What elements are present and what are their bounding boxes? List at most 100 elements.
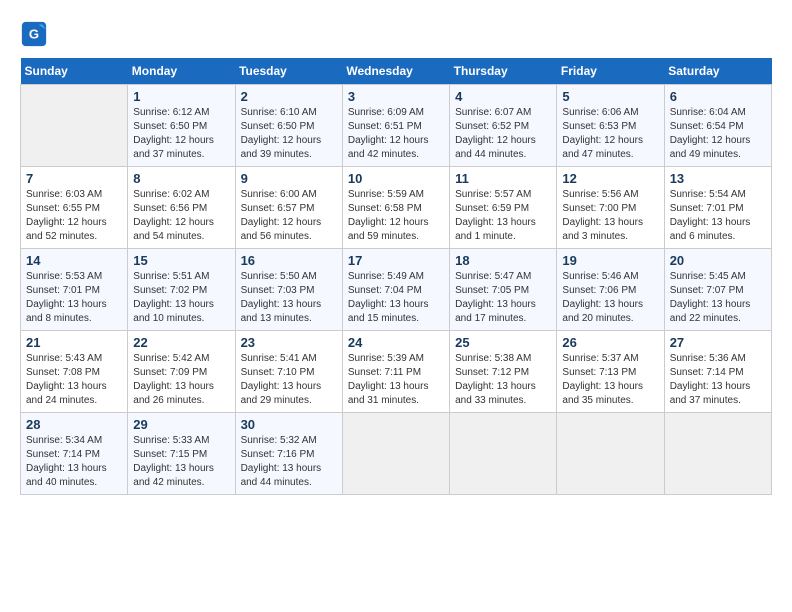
calendar-cell: 3 Sunrise: 6:09 AM Sunset: 6:51 PM Dayli… <box>342 85 449 167</box>
day-info: Sunrise: 5:57 AM Sunset: 6:59 PM Dayligh… <box>455 188 551 244</box>
day-info: Sunrise: 6:12 AM Sunset: 6:50 PM Dayligh… <box>133 106 229 162</box>
calendar-cell: 17 Sunrise: 5:49 AM Sunset: 7:04 PM Dayl… <box>342 249 449 331</box>
calendar-cell <box>342 413 449 495</box>
day-number: 21 <box>26 335 122 350</box>
day-number: 12 <box>562 171 658 186</box>
calendar-cell <box>450 413 557 495</box>
calendar-cell: 5 Sunrise: 6:06 AM Sunset: 6:53 PM Dayli… <box>557 85 664 167</box>
day-number: 8 <box>133 171 229 186</box>
calendar-cell: 8 Sunrise: 6:02 AM Sunset: 6:56 PM Dayli… <box>128 167 235 249</box>
day-number: 1 <box>133 89 229 104</box>
day-number: 23 <box>241 335 337 350</box>
logo-icon: G <box>20 20 48 48</box>
day-info: Sunrise: 5:50 AM Sunset: 7:03 PM Dayligh… <box>241 270 337 326</box>
calendar-cell: 13 Sunrise: 5:54 AM Sunset: 7:01 PM Dayl… <box>664 167 771 249</box>
calendar-cell: 10 Sunrise: 5:59 AM Sunset: 6:58 PM Dayl… <box>342 167 449 249</box>
day-info: Sunrise: 5:53 AM Sunset: 7:01 PM Dayligh… <box>26 270 122 326</box>
day-number: 25 <box>455 335 551 350</box>
calendar-table: SundayMondayTuesdayWednesdayThursdayFrid… <box>20 58 772 495</box>
day-number: 27 <box>670 335 766 350</box>
week-row-3: 14 Sunrise: 5:53 AM Sunset: 7:01 PM Dayl… <box>21 249 772 331</box>
day-info: Sunrise: 5:45 AM Sunset: 7:07 PM Dayligh… <box>670 270 766 326</box>
calendar-cell: 21 Sunrise: 5:43 AM Sunset: 7:08 PM Dayl… <box>21 331 128 413</box>
day-info: Sunrise: 5:54 AM Sunset: 7:01 PM Dayligh… <box>670 188 766 244</box>
day-number: 4 <box>455 89 551 104</box>
day-number: 11 <box>455 171 551 186</box>
day-info: Sunrise: 5:37 AM Sunset: 7:13 PM Dayligh… <box>562 352 658 408</box>
calendar-cell: 20 Sunrise: 5:45 AM Sunset: 7:07 PM Dayl… <box>664 249 771 331</box>
day-number: 24 <box>348 335 444 350</box>
day-info: Sunrise: 5:34 AM Sunset: 7:14 PM Dayligh… <box>26 434 122 490</box>
day-number: 28 <box>26 417 122 432</box>
calendar-cell: 15 Sunrise: 5:51 AM Sunset: 7:02 PM Dayl… <box>128 249 235 331</box>
day-number: 3 <box>348 89 444 104</box>
day-info: Sunrise: 5:56 AM Sunset: 7:00 PM Dayligh… <box>562 188 658 244</box>
calendar-cell: 4 Sunrise: 6:07 AM Sunset: 6:52 PM Dayli… <box>450 85 557 167</box>
day-info: Sunrise: 6:09 AM Sunset: 6:51 PM Dayligh… <box>348 106 444 162</box>
day-number: 17 <box>348 253 444 268</box>
day-number: 6 <box>670 89 766 104</box>
weekday-header-saturday: Saturday <box>664 58 771 85</box>
calendar-cell: 22 Sunrise: 5:42 AM Sunset: 7:09 PM Dayl… <box>128 331 235 413</box>
calendar-cell: 30 Sunrise: 5:32 AM Sunset: 7:16 PM Dayl… <box>235 413 342 495</box>
day-number: 16 <box>241 253 337 268</box>
day-number: 26 <box>562 335 658 350</box>
day-info: Sunrise: 5:59 AM Sunset: 6:58 PM Dayligh… <box>348 188 444 244</box>
day-info: Sunrise: 5:38 AM Sunset: 7:12 PM Dayligh… <box>455 352 551 408</box>
calendar-cell: 29 Sunrise: 5:33 AM Sunset: 7:15 PM Dayl… <box>128 413 235 495</box>
day-number: 15 <box>133 253 229 268</box>
calendar-cell: 16 Sunrise: 5:50 AM Sunset: 7:03 PM Dayl… <box>235 249 342 331</box>
day-info: Sunrise: 5:43 AM Sunset: 7:08 PM Dayligh… <box>26 352 122 408</box>
day-number: 9 <box>241 171 337 186</box>
calendar-cell: 25 Sunrise: 5:38 AM Sunset: 7:12 PM Dayl… <box>450 331 557 413</box>
weekday-header-thursday: Thursday <box>450 58 557 85</box>
day-number: 5 <box>562 89 658 104</box>
day-info: Sunrise: 5:51 AM Sunset: 7:02 PM Dayligh… <box>133 270 229 326</box>
calendar-cell: 19 Sunrise: 5:46 AM Sunset: 7:06 PM Dayl… <box>557 249 664 331</box>
day-info: Sunrise: 5:42 AM Sunset: 7:09 PM Dayligh… <box>133 352 229 408</box>
day-info: Sunrise: 5:46 AM Sunset: 7:06 PM Dayligh… <box>562 270 658 326</box>
weekday-header-tuesday: Tuesday <box>235 58 342 85</box>
page-header: G <box>20 20 772 48</box>
day-info: Sunrise: 5:33 AM Sunset: 7:15 PM Dayligh… <box>133 434 229 490</box>
calendar-cell: 28 Sunrise: 5:34 AM Sunset: 7:14 PM Dayl… <box>21 413 128 495</box>
day-number: 19 <box>562 253 658 268</box>
calendar-cell: 2 Sunrise: 6:10 AM Sunset: 6:50 PM Dayli… <box>235 85 342 167</box>
day-info: Sunrise: 5:47 AM Sunset: 7:05 PM Dayligh… <box>455 270 551 326</box>
week-row-4: 21 Sunrise: 5:43 AM Sunset: 7:08 PM Dayl… <box>21 331 772 413</box>
day-info: Sunrise: 6:00 AM Sunset: 6:57 PM Dayligh… <box>241 188 337 244</box>
day-number: 22 <box>133 335 229 350</box>
day-info: Sunrise: 5:41 AM Sunset: 7:10 PM Dayligh… <box>241 352 337 408</box>
day-info: Sunrise: 6:07 AM Sunset: 6:52 PM Dayligh… <box>455 106 551 162</box>
day-info: Sunrise: 5:39 AM Sunset: 7:11 PM Dayligh… <box>348 352 444 408</box>
day-info: Sunrise: 5:32 AM Sunset: 7:16 PM Dayligh… <box>241 434 337 490</box>
day-info: Sunrise: 5:36 AM Sunset: 7:14 PM Dayligh… <box>670 352 766 408</box>
calendar-cell: 24 Sunrise: 5:39 AM Sunset: 7:11 PM Dayl… <box>342 331 449 413</box>
calendar-cell <box>21 85 128 167</box>
day-number: 14 <box>26 253 122 268</box>
logo: G <box>20 20 50 48</box>
day-number: 18 <box>455 253 551 268</box>
week-row-5: 28 Sunrise: 5:34 AM Sunset: 7:14 PM Dayl… <box>21 413 772 495</box>
day-info: Sunrise: 5:49 AM Sunset: 7:04 PM Dayligh… <box>348 270 444 326</box>
calendar-cell: 1 Sunrise: 6:12 AM Sunset: 6:50 PM Dayli… <box>128 85 235 167</box>
week-row-1: 1 Sunrise: 6:12 AM Sunset: 6:50 PM Dayli… <box>21 85 772 167</box>
day-info: Sunrise: 6:02 AM Sunset: 6:56 PM Dayligh… <box>133 188 229 244</box>
day-number: 30 <box>241 417 337 432</box>
day-info: Sunrise: 6:03 AM Sunset: 6:55 PM Dayligh… <box>26 188 122 244</box>
day-number: 20 <box>670 253 766 268</box>
calendar-cell: 18 Sunrise: 5:47 AM Sunset: 7:05 PM Dayl… <box>450 249 557 331</box>
svg-text:G: G <box>29 27 39 42</box>
calendar-cell: 7 Sunrise: 6:03 AM Sunset: 6:55 PM Dayli… <box>21 167 128 249</box>
day-number: 10 <box>348 171 444 186</box>
day-info: Sunrise: 6:06 AM Sunset: 6:53 PM Dayligh… <box>562 106 658 162</box>
calendar-cell: 11 Sunrise: 5:57 AM Sunset: 6:59 PM Dayl… <box>450 167 557 249</box>
day-info: Sunrise: 6:04 AM Sunset: 6:54 PM Dayligh… <box>670 106 766 162</box>
calendar-cell: 9 Sunrise: 6:00 AM Sunset: 6:57 PM Dayli… <box>235 167 342 249</box>
day-number: 2 <box>241 89 337 104</box>
day-number: 29 <box>133 417 229 432</box>
calendar-cell: 14 Sunrise: 5:53 AM Sunset: 7:01 PM Dayl… <box>21 249 128 331</box>
calendar-cell: 27 Sunrise: 5:36 AM Sunset: 7:14 PM Dayl… <box>664 331 771 413</box>
calendar-cell: 23 Sunrise: 5:41 AM Sunset: 7:10 PM Dayl… <box>235 331 342 413</box>
calendar-cell <box>557 413 664 495</box>
